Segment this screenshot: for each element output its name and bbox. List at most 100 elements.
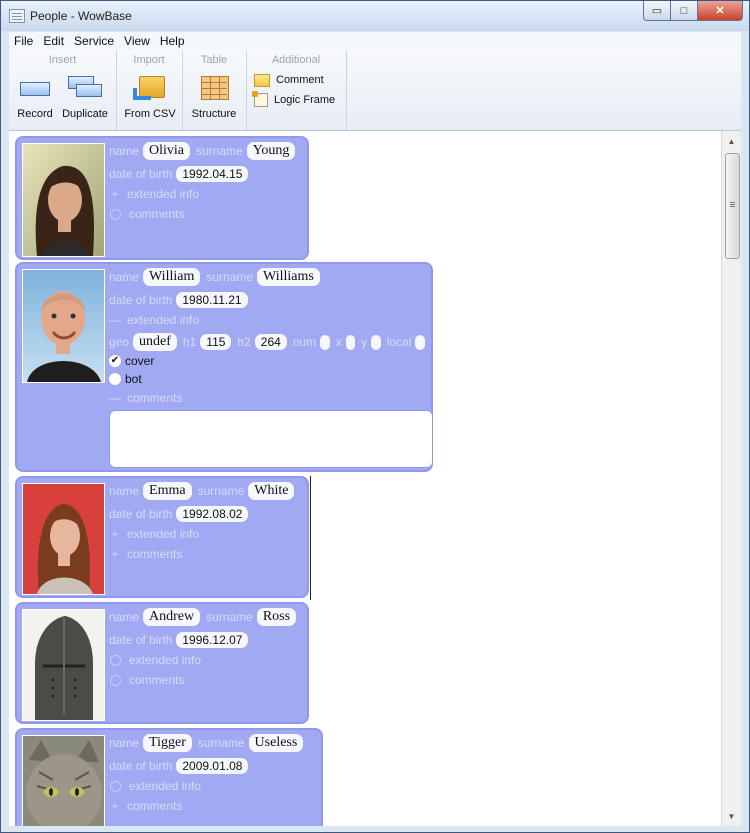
- close-button[interactable]: ✕: [698, 1, 743, 21]
- surname-field[interactable]: Useless: [248, 734, 304, 752]
- name-label: name: [109, 484, 140, 498]
- record-card[interactable]: name Olivia surname Young date of birth …: [15, 136, 309, 260]
- comments-section[interactable]: comments: [109, 204, 307, 224]
- surname-field[interactable]: Ross: [256, 608, 297, 626]
- ribbon-group-insert-label: Insert: [48, 54, 77, 66]
- surname-label: surname: [206, 610, 253, 624]
- y-field[interactable]: [371, 334, 381, 350]
- maximize-button[interactable]: □: [671, 1, 698, 21]
- record-label: Record: [17, 108, 53, 120]
- photo[interactable]: [22, 609, 105, 721]
- scroll-down-arrow-icon[interactable]: ▼: [722, 808, 741, 824]
- menu-service[interactable]: Service: [69, 34, 119, 48]
- geo-field[interactable]: undef: [133, 333, 177, 351]
- dob-field[interactable]: 2009.01.08: [176, 758, 249, 774]
- logic-frame-label: Logic Frame: [274, 94, 336, 106]
- photo[interactable]: [22, 483, 105, 595]
- photo[interactable]: [22, 143, 105, 257]
- comments-section[interactable]: comments: [109, 670, 307, 690]
- scroll-thumb[interactable]: [725, 153, 740, 259]
- num-field[interactable]: [320, 334, 330, 350]
- empty-circle-icon[interactable]: [110, 674, 121, 686]
- dob-label: date of birth: [109, 167, 173, 181]
- comments-textarea[interactable]: [109, 410, 433, 468]
- expand-plus-icon[interactable]: +: [109, 187, 121, 201]
- from-csv-button[interactable]: From CSV: [123, 74, 177, 120]
- record-button[interactable]: Record: [11, 74, 59, 120]
- extended-info-section[interactable]: extended info: [109, 650, 307, 670]
- empty-circle-icon[interactable]: [110, 780, 121, 792]
- local-field[interactable]: [415, 334, 425, 350]
- comments-label: comments: [127, 547, 183, 561]
- collapse-minus-icon[interactable]: —: [109, 313, 121, 327]
- menu-help[interactable]: Help: [155, 34, 190, 48]
- records-canvas[interactable]: name Olivia surname Young date of birth …: [9, 131, 721, 826]
- record-card[interactable]: name Emma surname White date of birth 19…: [15, 476, 309, 598]
- h1-label: h1: [182, 335, 197, 349]
- comments-section[interactable]: + comments: [109, 544, 307, 564]
- comment-button[interactable]: Comment: [254, 71, 324, 89]
- logic-frame-button[interactable]: Logic Frame: [252, 91, 336, 109]
- surname-field[interactable]: Williams: [257, 268, 320, 286]
- surname-field[interactable]: Young: [246, 142, 296, 160]
- dob-field[interactable]: 1996.12.07: [176, 632, 249, 648]
- bot-checkbox[interactable]: [109, 373, 121, 385]
- bot-label: bot: [125, 372, 142, 386]
- minimize-button[interactable]: ▭: [643, 1, 671, 21]
- photo[interactable]: [22, 269, 105, 383]
- surname-field[interactable]: White: [248, 482, 295, 500]
- extended-info-label: extended info: [127, 527, 200, 541]
- comments-label: comments: [127, 799, 183, 813]
- record-card[interactable]: name William surname Williams date of bi…: [15, 262, 433, 472]
- scroll-up-arrow-icon[interactable]: ▲: [722, 133, 741, 149]
- geo-label: geo: [109, 335, 130, 349]
- comments-label: comments: [129, 673, 185, 687]
- vertical-scrollbar[interactable]: ▲ ▼: [721, 131, 741, 826]
- photo[interactable]: [22, 735, 105, 826]
- dob-field[interactable]: 1992.04.15: [176, 166, 249, 182]
- menu-bar: File Edit Service View Help: [9, 32, 741, 50]
- extended-info-label: extended info: [127, 187, 200, 201]
- extended-info-section[interactable]: — extended info: [109, 310, 431, 330]
- surname-label: surname: [197, 484, 245, 498]
- extended-info-section[interactable]: extended info: [109, 776, 321, 796]
- cover-checkbox[interactable]: ✔: [109, 355, 121, 367]
- dob-label: date of birth: [109, 507, 173, 521]
- structure-button[interactable]: Structure: [188, 74, 240, 120]
- comments-section[interactable]: — comments: [109, 388, 431, 408]
- name-field[interactable]: Andrew: [143, 608, 201, 626]
- comment-icon: [254, 73, 270, 87]
- ribbon-group-import-label: Import: [133, 54, 165, 66]
- empty-circle-icon[interactable]: [110, 208, 121, 220]
- record-card[interactable]: name Andrew surname Ross date of birth 1…: [15, 602, 309, 724]
- duplicate-button[interactable]: Duplicate: [59, 74, 111, 120]
- name-field[interactable]: Tigger: [143, 734, 192, 752]
- dob-field[interactable]: 1992.08.02: [176, 506, 249, 522]
- window-title: People - WowBase: [30, 9, 132, 23]
- app-icon: [9, 9, 25, 23]
- extended-info-section[interactable]: + extended info: [109, 184, 307, 204]
- h2-label: h2: [237, 335, 251, 349]
- expand-plus-icon[interactable]: +: [109, 547, 121, 561]
- name-field[interactable]: Olivia: [143, 142, 191, 160]
- name-field[interactable]: William: [143, 268, 201, 286]
- cover-label: cover: [125, 354, 155, 368]
- menu-edit[interactable]: Edit: [38, 34, 69, 48]
- h2-field[interactable]: 264: [254, 334, 287, 350]
- dob-label: date of birth: [109, 633, 173, 647]
- menu-file[interactable]: File: [9, 34, 38, 48]
- expand-plus-icon[interactable]: +: [109, 527, 121, 541]
- dob-field[interactable]: 1980.11.21: [176, 292, 248, 308]
- name-field[interactable]: Emma: [143, 482, 192, 500]
- record-card[interactable]: name Tigger surname Useless date of birt…: [15, 728, 323, 826]
- h1-field[interactable]: 115: [200, 334, 232, 350]
- x-field[interactable]: [345, 334, 356, 350]
- menu-view[interactable]: View: [119, 34, 155, 48]
- extended-info-label: extended info: [129, 653, 202, 667]
- comments-section[interactable]: + comments: [109, 796, 321, 816]
- expand-plus-icon[interactable]: +: [109, 799, 121, 813]
- ribbon-toolbar: Insert Record Duplicate Import From CSV …: [9, 50, 741, 131]
- empty-circle-icon[interactable]: [110, 654, 121, 666]
- extended-info-section[interactable]: + extended info: [109, 524, 307, 544]
- collapse-minus-icon[interactable]: —: [109, 391, 121, 405]
